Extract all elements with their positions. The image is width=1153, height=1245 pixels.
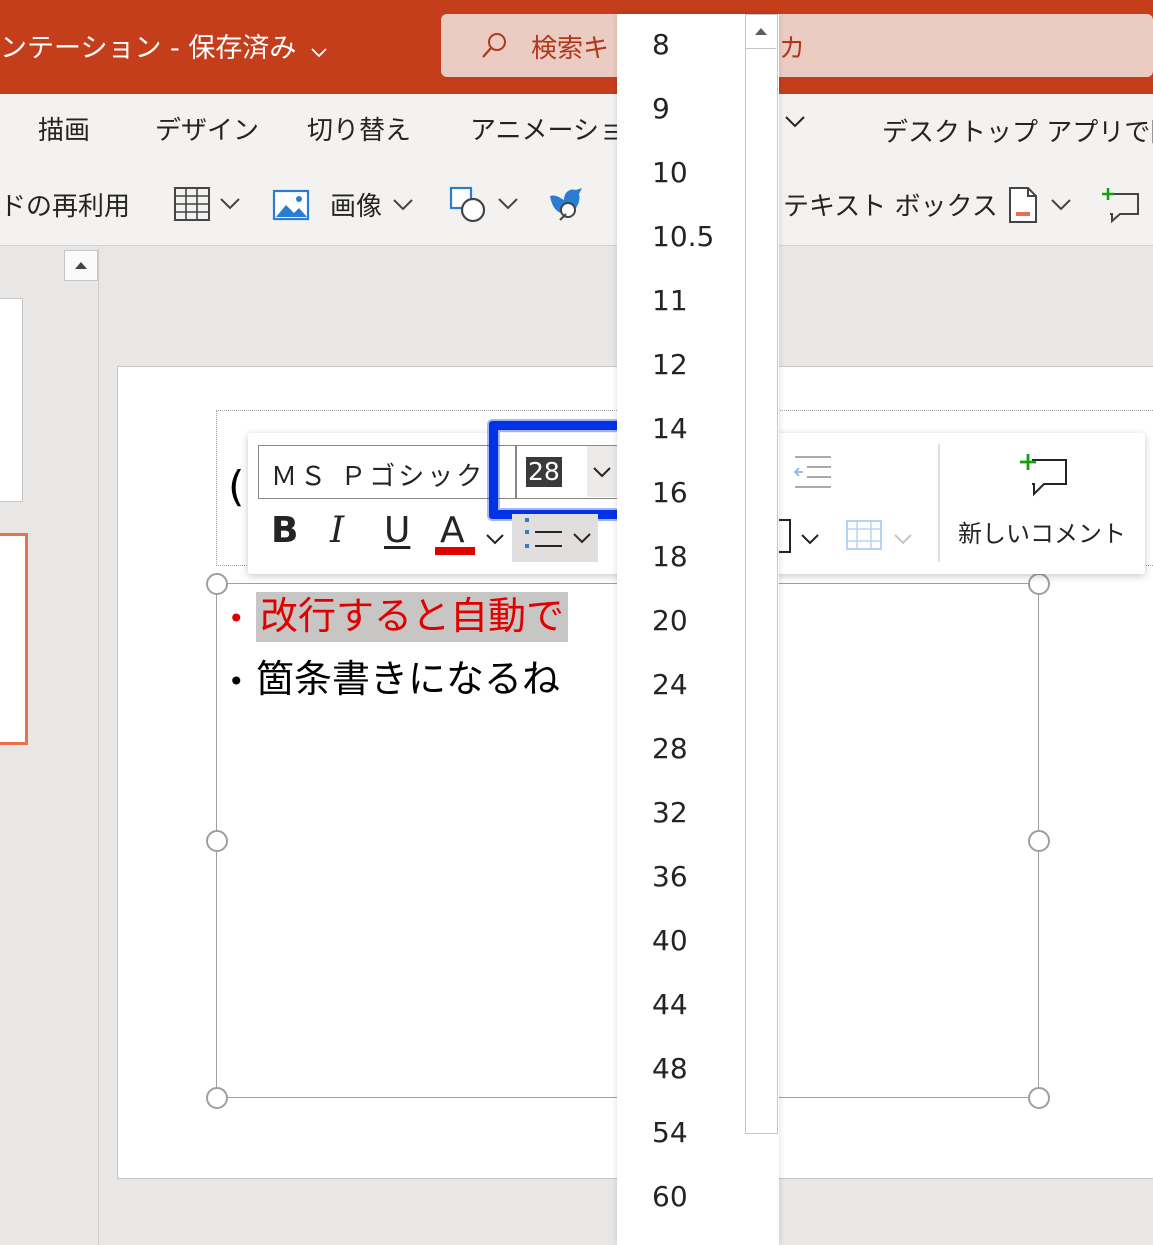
- tab-transitions[interactable]: 切り替え: [307, 110, 411, 147]
- bullet-item[interactable]: • 改行すると自動で: [228, 585, 569, 642]
- font-size-option[interactable]: 54: [652, 1116, 688, 1149]
- bird-icon: [546, 186, 586, 224]
- font-size-option[interactable]: 12: [652, 348, 688, 381]
- chevron-down-icon[interactable]: [893, 530, 913, 549]
- table-icon: [173, 186, 211, 222]
- chevron-down-icon[interactable]: [485, 530, 505, 549]
- insert-textbox-button[interactable]: テキスト ボックス: [783, 186, 998, 223]
- chevron-down-icon: [1050, 198, 1072, 212]
- bullets-button[interactable]: [512, 514, 598, 562]
- open-in-desktop-app-button[interactable]: デスクトップ アプリで開く: [882, 112, 1153, 149]
- font-size-option[interactable]: 18: [652, 540, 688, 573]
- insert-image-button[interactable]: 画像: [272, 186, 414, 223]
- chevron-down-icon: [392, 198, 414, 212]
- resize-handle[interactable]: [1028, 573, 1050, 595]
- image-label: 画像: [330, 192, 383, 222]
- font-size-option[interactable]: 48: [652, 1052, 688, 1085]
- new-comment-button[interactable]: 新しいコメント: [958, 514, 1126, 549]
- dropdown-scrollbar[interactable]: [745, 14, 778, 1134]
- bullet-text-selected: 改行すると自動で: [256, 592, 569, 642]
- font-size-option[interactable]: 9: [652, 92, 670, 125]
- decrease-indent-icon[interactable]: [793, 455, 833, 493]
- tabs-more-chevron-icon[interactable]: [784, 114, 806, 133]
- bullet-marker: •: [228, 602, 245, 635]
- chevron-down-icon: [311, 34, 327, 65]
- reuse-slides-label: ドの再利用: [0, 192, 131, 222]
- font-size-option[interactable]: 44: [652, 988, 688, 1021]
- resize-handle[interactable]: [1028, 1087, 1050, 1109]
- insert-icons-button[interactable]: [546, 186, 586, 224]
- italic-button[interactable]: I: [330, 510, 344, 551]
- thumbnail-scroll-up-button[interactable]: [64, 250, 98, 281]
- font-size-option[interactable]: 20: [652, 604, 688, 637]
- picture-icon: [272, 189, 310, 221]
- search-text-right: カ: [779, 34, 806, 64]
- ribbon-new-comment-button[interactable]: [1100, 186, 1140, 224]
- reuse-slides-button[interactable]: ドの再利用: [0, 186, 130, 223]
- document-title-text: ンテーション - 保存済み: [0, 33, 297, 64]
- scroll-up-button[interactable]: [746, 15, 776, 49]
- font-name-combobox[interactable]: ＭＳ Ｐゴシック: [258, 445, 516, 499]
- insert-header-footer-button[interactable]: [1008, 186, 1072, 224]
- table-borders-icon[interactable]: [845, 519, 883, 555]
- bullet-item[interactable]: • 箇条書きになるね: [228, 648, 560, 703]
- bullet-text: 箇条書きになるね: [256, 657, 561, 701]
- search-text-left: 検索キ: [531, 34, 610, 64]
- font-color-swatch: [435, 547, 475, 555]
- bullet-list-icon: [525, 518, 591, 548]
- search-box[interactable]: 検索キ カ: [441, 14, 1153, 77]
- font-size-option[interactable]: 10.5: [652, 220, 714, 253]
- font-size-option[interactable]: 11: [652, 284, 688, 317]
- font-size-option[interactable]: 28: [652, 732, 688, 765]
- resize-handle[interactable]: [206, 830, 228, 852]
- ribbon: 描画 デザイン 切り替え アニメーション デスクトップ アプリで開く ドの再利用…: [0, 94, 1153, 246]
- new-comment-icon[interactable]: [1018, 452, 1070, 504]
- insert-table-button[interactable]: [173, 186, 241, 222]
- new-comment-icon: [1100, 186, 1140, 224]
- textbox-label: テキスト ボックス: [783, 192, 998, 222]
- font-size-option[interactable]: 16: [652, 476, 688, 509]
- chevron-down-icon[interactable]: [800, 530, 820, 549]
- font-size-option[interactable]: 36: [652, 860, 688, 893]
- font-size-option[interactable]: 24: [652, 668, 688, 701]
- insert-shapes-button[interactable]: [449, 186, 519, 222]
- search-icon: [479, 31, 509, 65]
- tab-design[interactable]: デザイン: [155, 110, 259, 147]
- document-icon: [1008, 186, 1038, 224]
- slide-thumbnail-selected[interactable]: [0, 533, 28, 745]
- tab-draw[interactable]: 描画: [38, 110, 90, 147]
- toolbar-separator: [938, 444, 940, 562]
- document-title[interactable]: ンテーション - 保存済み: [0, 26, 327, 65]
- resize-handle[interactable]: [206, 573, 228, 595]
- triangle-up-icon: [75, 262, 87, 269]
- title-text: (: [228, 462, 245, 511]
- chevron-down-icon: [219, 197, 241, 211]
- bold-button[interactable]: B: [271, 510, 298, 551]
- font-size-option[interactable]: 60: [652, 1180, 688, 1213]
- resize-handle[interactable]: [1028, 830, 1050, 852]
- slide-thumbnail[interactable]: [0, 298, 23, 502]
- resize-handle[interactable]: [206, 1087, 228, 1109]
- font-size-option[interactable]: 8: [652, 28, 670, 61]
- triangle-up-icon: [755, 28, 767, 35]
- bullet-marker: •: [228, 665, 245, 698]
- font-size-option[interactable]: 32: [652, 796, 688, 829]
- shapes-icon: [449, 186, 489, 222]
- underline-button[interactable]: U: [384, 510, 410, 551]
- font-color-button[interactable]: A: [440, 510, 465, 551]
- font-size-option[interactable]: 14: [652, 412, 688, 445]
- chevron-down-icon: [497, 197, 519, 211]
- font-size-option[interactable]: 40: [652, 924, 688, 957]
- font-size-option[interactable]: 10: [652, 156, 688, 189]
